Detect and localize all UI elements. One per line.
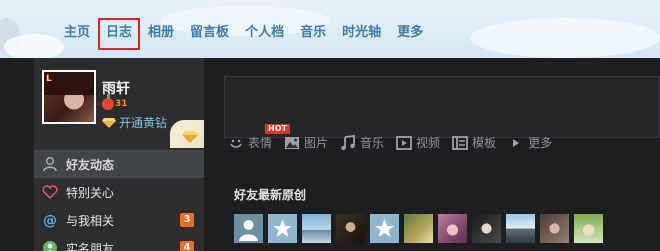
triangle-right-icon bbox=[508, 135, 524, 151]
toolbar-label: 图片 bbox=[304, 136, 329, 150]
nav-guestbook[interactable]: 留言板 bbox=[182, 22, 237, 44]
level-badge: L bbox=[46, 74, 52, 84]
more-tools-button[interactable]: 更多 bbox=[508, 134, 552, 151]
template-button[interactable]: 模板 bbox=[452, 134, 496, 151]
vip-level: 31 bbox=[102, 94, 128, 110]
toolbar-label: 音乐 bbox=[360, 136, 385, 150]
sidebar-item-label: 好友动态 bbox=[66, 157, 115, 172]
friend-avatar-thumb[interactable] bbox=[540, 214, 569, 243]
video-button[interactable]: 视频 bbox=[396, 134, 440, 151]
vip-level-number: 31 bbox=[115, 99, 128, 109]
image-icon bbox=[284, 135, 300, 151]
open-yellow-diamond-link[interactable]: 开通黄钻 bbox=[119, 114, 167, 131]
top-banner: 主页 日志 相册 留言板 个人档 音乐 时光轴 更多 bbox=[0, 0, 660, 58]
banner-cloud bbox=[4, 34, 64, 58]
star-icon bbox=[273, 219, 292, 237]
contacts-icon bbox=[42, 240, 58, 251]
emoji-button[interactable]: 表情 HOT bbox=[228, 124, 290, 151]
main-content: 表情 HOT 图片 音乐 视频 模板 更多 好友最新原创 bbox=[204, 58, 660, 251]
section-title: 好友最新原创 bbox=[234, 188, 307, 202]
nav-blog[interactable]: 日志 bbox=[98, 18, 141, 50]
toolbar-label: 模板 bbox=[472, 136, 497, 150]
yellow-diamond-row: 开通黄钻 bbox=[102, 114, 167, 131]
friend-avatar-thumb[interactable] bbox=[268, 214, 297, 243]
sidebar-item-special-care[interactable]: 特别关心 bbox=[34, 178, 204, 206]
friend-avatar-thumb[interactable] bbox=[336, 214, 365, 243]
svg-text:@: @ bbox=[43, 213, 57, 228]
toolbar-label: 更多 bbox=[528, 136, 553, 150]
sidebar-item-label: 与我相关 bbox=[66, 213, 115, 228]
friend-avatar-thumb[interactable] bbox=[234, 214, 263, 243]
heart-icon bbox=[42, 184, 58, 200]
profile-card: L 雨轩 31 开通黄钻 bbox=[34, 58, 204, 150]
video-icon bbox=[396, 135, 412, 151]
music-button[interactable]: 音乐 bbox=[340, 134, 384, 151]
banner-cloud bbox=[470, 18, 660, 58]
sidebar-menu: 好友动态 特别关心 @ 与我相关 3 实名朋友 4 bbox=[34, 150, 204, 251]
nav-profile[interactable]: 个人档 bbox=[237, 22, 292, 44]
friend-avatar-thumb[interactable] bbox=[302, 214, 331, 243]
nav-home[interactable]: 主页 bbox=[56, 22, 98, 44]
smiley-icon bbox=[228, 135, 244, 151]
nav-more[interactable]: 更多 bbox=[389, 22, 431, 44]
apple-icon bbox=[102, 94, 114, 110]
nav-album[interactable]: 相册 bbox=[140, 22, 182, 44]
composer-toolbar: 表情 HOT 图片 音乐 视频 模板 更多 bbox=[228, 124, 564, 151]
notification-badge: 4 bbox=[180, 241, 194, 251]
friend-avatar-thumb[interactable] bbox=[404, 214, 433, 243]
person-icon bbox=[239, 220, 258, 241]
diamond-icon bbox=[102, 117, 116, 128]
sidebar-item-real-friends[interactable]: 实名朋友 4 bbox=[34, 234, 204, 251]
avatar[interactable]: L bbox=[42, 70, 96, 124]
friend-avatar-thumb[interactable] bbox=[574, 214, 603, 243]
friends-icon bbox=[42, 156, 58, 172]
music-icon bbox=[340, 134, 356, 151]
toolbar-label: 表情 bbox=[248, 136, 273, 150]
sidebar-item-label: 特别关心 bbox=[66, 185, 115, 200]
star-icon bbox=[375, 219, 394, 237]
hot-badge: HOT bbox=[265, 124, 290, 134]
main-nav: 主页 日志 相册 留言板 个人档 音乐 时光轴 更多 bbox=[56, 18, 431, 50]
notification-badge: 3 bbox=[180, 213, 194, 227]
diamond-icon bbox=[182, 128, 198, 143]
image-button[interactable]: 图片 bbox=[284, 134, 328, 151]
left-sidebar: L 雨轩 31 开通黄钻 好友动态 特别关心 @ 与我相关 3 实名朋友 4 bbox=[34, 58, 204, 251]
at-icon: @ bbox=[42, 212, 58, 228]
friend-original-thumbs bbox=[234, 214, 608, 243]
sidebar-item-friend-feed[interactable]: 好友动态 bbox=[34, 150, 204, 178]
friend-avatar-thumb[interactable] bbox=[506, 214, 535, 243]
nav-music[interactable]: 音乐 bbox=[292, 22, 334, 44]
friend-avatar-thumb[interactable] bbox=[438, 214, 467, 243]
friend-avatar-thumb[interactable] bbox=[472, 214, 501, 243]
friend-avatar-thumb[interactable] bbox=[370, 214, 399, 243]
template-icon bbox=[452, 135, 468, 151]
nav-timeline[interactable]: 时光轴 bbox=[334, 22, 389, 44]
sidebar-item-label: 实名朋友 bbox=[66, 241, 115, 251]
diamond-card-corner[interactable] bbox=[170, 120, 204, 148]
toolbar-label: 视频 bbox=[416, 136, 441, 150]
sidebar-item-mentions[interactable]: @ 与我相关 3 bbox=[34, 206, 204, 234]
